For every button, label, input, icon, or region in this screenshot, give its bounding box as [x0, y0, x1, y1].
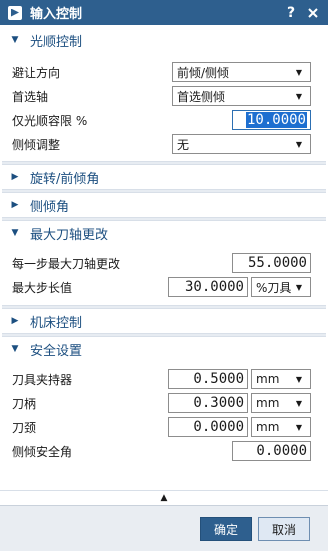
collapse-bar[interactable]: ▲: [0, 490, 328, 504]
chevron-down-icon: ▼: [295, 422, 303, 432]
chevron-down-icon: ▼: [295, 67, 303, 77]
row-priority-axis: 首选轴 首选侧倾 ▼: [2, 84, 326, 108]
section-label: 机床控制: [30, 315, 83, 331]
close-icon: [308, 7, 318, 18]
avoid-direction-select[interactable]: 前倾/侧倾 ▼: [172, 62, 311, 82]
section-smooth-control[interactable]: ▼ 光顺控制: [2, 28, 326, 52]
chevron-down-icon: ▼: [11, 35, 19, 45]
section-machine-control[interactable]: ▶ 机床控制: [2, 309, 326, 333]
chevron-down-icon: ▼: [295, 91, 303, 101]
row-avoid-direction: 避让方向 前倾/侧倾 ▼: [2, 60, 326, 84]
row-neck: 刀颈 0.0000 mm ▼: [2, 415, 326, 439]
section-max-axis-change[interactable]: ▼ 最大刀轴更改: [2, 221, 326, 245]
close-button[interactable]: [302, 2, 324, 24]
chevron-down-icon: ▼: [295, 139, 303, 149]
row-per-step: 每一步最大刀轴更改 55.0000: [2, 251, 326, 275]
title-bar: 输入控制 ?: [0, 0, 328, 25]
holder-label: 刀具夹持器: [12, 372, 73, 387]
row-tilt-safety: 侧倾安全角 0.0000: [2, 439, 326, 463]
chevron-up-icon: ▲: [160, 492, 168, 503]
max-step-input[interactable]: 30.0000: [168, 277, 248, 297]
section-label: 最大刀轴更改: [30, 227, 109, 243]
help-button[interactable]: ?: [280, 2, 302, 24]
row-tilt-adjust: 侧倾调整 无 ▼: [2, 132, 326, 156]
avoid-direction-label: 避让方向: [12, 65, 61, 80]
tolerance-label: 仅光顺容限 %: [12, 113, 88, 128]
max-step-unit-select[interactable]: %刀具 ▼: [251, 277, 311, 297]
tilt-safety-input[interactable]: 0.0000: [232, 441, 311, 461]
section-label: 光顺控制: [30, 34, 83, 50]
neck-unit-select[interactable]: mm ▼: [251, 417, 311, 437]
ok-button[interactable]: 确定: [200, 517, 252, 541]
tilt-adjust-select[interactable]: 无 ▼: [172, 134, 311, 154]
holder-input[interactable]: 0.5000: [168, 369, 248, 389]
shank-label: 刀柄: [12, 396, 37, 411]
row-shank: 刀柄 0.3000 mm ▼: [2, 391, 326, 415]
neck-input[interactable]: 0.0000: [168, 417, 248, 437]
app-icon: [8, 5, 22, 20]
tilt-safety-label: 侧倾安全角: [12, 444, 73, 459]
chevron-right-icon: ▶: [11, 200, 19, 210]
neck-label: 刀颈: [12, 420, 37, 435]
row-holder: 刀具夹持器 0.5000 mm ▼: [2, 367, 326, 391]
section-label: 旋转/前倾角: [30, 171, 100, 187]
per-step-label: 每一步最大刀轴更改: [12, 256, 121, 271]
button-bar: 确定 取消: [0, 505, 328, 551]
chevron-right-icon: ▶: [11, 316, 19, 326]
dialog-content: ▼ 光顺控制 避让方向 前倾/侧倾 ▼ 首选轴 首选侧倾 ▼ 仅光顺容限 % 1…: [2, 26, 326, 490]
row-tolerance: 仅光顺容限 % 10.0000: [2, 108, 326, 132]
chevron-right-icon: ▶: [11, 172, 19, 182]
cancel-button[interactable]: 取消: [258, 517, 310, 541]
priority-axis-select[interactable]: 首选侧倾 ▼: [172, 86, 311, 106]
holder-unit-select[interactable]: mm ▼: [251, 369, 311, 389]
chevron-down-icon: ▼: [11, 344, 19, 354]
section-rotate-lead[interactable]: ▶ 旋转/前倾角: [2, 165, 326, 189]
per-step-input[interactable]: 55.0000: [232, 253, 311, 273]
tilt-adjust-label: 侧倾调整: [12, 137, 61, 152]
chevron-down-icon: ▼: [295, 374, 303, 384]
chevron-down-icon: ▼: [11, 228, 19, 238]
max-step-label: 最大步长值: [12, 280, 73, 295]
section-tilt-angle[interactable]: ▶ 侧倾角: [2, 193, 326, 217]
priority-axis-label: 首选轴: [12, 89, 49, 104]
row-max-step: 最大步长值 30.0000 %刀具 ▼: [2, 275, 326, 299]
tolerance-input[interactable]: 10.0000: [232, 110, 311, 130]
dialog-title: 输入控制: [30, 7, 83, 22]
section-label: 侧倾角: [30, 199, 70, 215]
section-label: 安全设置: [30, 343, 83, 359]
chevron-down-icon: ▼: [295, 282, 303, 292]
section-safety[interactable]: ▼ 安全设置: [2, 337, 326, 361]
shank-unit-select[interactable]: mm ▼: [251, 393, 311, 413]
chevron-down-icon: ▼: [295, 398, 303, 408]
shank-input[interactable]: 0.3000: [168, 393, 248, 413]
